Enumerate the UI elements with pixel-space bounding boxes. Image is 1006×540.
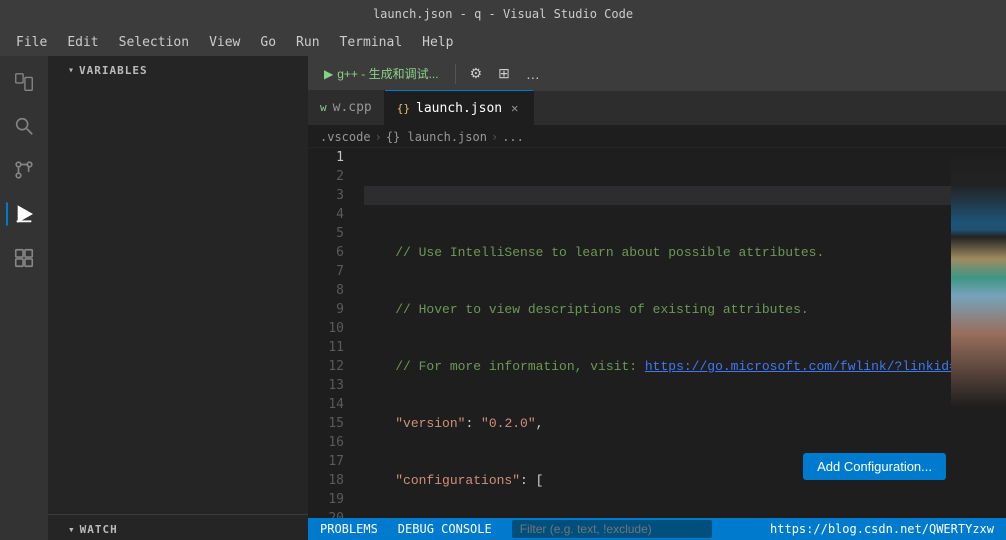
- window-title: launch.json - q - Visual Studio Code: [373, 7, 633, 21]
- layout-icon-button[interactable]: ⊞: [492, 62, 516, 85]
- status-left: PROBLEMS DEBUG CONSOLE: [316, 522, 496, 536]
- line-num-4: 4: [308, 205, 344, 224]
- watch-label: WATCH: [80, 523, 118, 536]
- breadcrumb-ellipsis[interactable]: ...: [502, 130, 524, 144]
- line-num-7: 7: [308, 262, 344, 281]
- search-icon[interactable]: [6, 108, 42, 144]
- tab-launch-json-icon: {}: [397, 102, 410, 115]
- menu-selection[interactable]: Selection: [111, 33, 197, 52]
- sidebar: ▾ VARIABLES ▾ WATCH: [48, 56, 308, 540]
- editor-area: ▶ g++ - 生成和调试... ⚙ ⊞ … w w.cpp {} launch…: [308, 56, 1006, 540]
- tab-launch-json-label: launch.json: [416, 101, 502, 116]
- play-icon: ▶: [324, 67, 333, 81]
- tab-launch-json[interactable]: {} launch.json ✕: [385, 90, 535, 125]
- variables-label: VARIABLES: [79, 64, 148, 77]
- activity-bar: [0, 56, 48, 540]
- filter-input[interactable]: [512, 520, 712, 538]
- menu-go[interactable]: Go: [252, 33, 284, 52]
- menu-edit[interactable]: Edit: [59, 33, 106, 52]
- variables-chevron: ▾: [68, 65, 75, 76]
- line-num-12: 12: [308, 357, 344, 376]
- main-area: ▾ VARIABLES ▾ WATCH ▶ g++ - 生成和调试... ⚙ ⊞…: [0, 56, 1006, 540]
- menu-bar: File Edit Selection View Go Run Terminal…: [0, 28, 1006, 56]
- breadcrumb-vscode[interactable]: .vscode: [320, 130, 371, 144]
- status-right: https://blog.csdn.net/QWERTYzxw: [766, 522, 998, 536]
- run-debug-button[interactable]: ▶ g++ - 生成和调试...: [316, 62, 447, 85]
- tab-launch-json-close[interactable]: ✕: [508, 100, 521, 116]
- line-num-15: 15: [308, 414, 344, 433]
- code-line-1: [364, 186, 951, 205]
- line-num-3: 3: [308, 186, 344, 205]
- run-debug-icon[interactable]: [6, 196, 42, 232]
- breadcrumb: .vscode › {} launch.json › ...: [308, 126, 1006, 148]
- add-configuration-button[interactable]: Add Configuration...: [803, 453, 946, 480]
- menu-run[interactable]: Run: [288, 33, 327, 52]
- tab-bar: w w.cpp {} launch.json ✕: [308, 91, 1006, 126]
- run-button-label: g++ - 生成和调试...: [337, 65, 438, 82]
- watch-chevron: ▾: [68, 523, 76, 536]
- code-line-5: "version": "0.2.0",: [364, 414, 951, 433]
- toolbar: ▶ g++ - 生成和调试... ⚙ ⊞ …: [308, 56, 1006, 91]
- more-actions-button[interactable]: …: [520, 63, 546, 85]
- source-control-icon[interactable]: [6, 152, 42, 188]
- line-num-17: 17: [308, 452, 344, 471]
- status-debug-console[interactable]: DEBUG CONSOLE: [394, 522, 496, 536]
- toolbar-separator: [455, 64, 456, 84]
- line-num-5: 5: [308, 224, 344, 243]
- line-numbers: 1 2 3 4 5 6 7 8 9 10 11 12 13 14 15 16 1…: [308, 148, 356, 518]
- line-num-18: 18: [308, 471, 344, 490]
- code-line-3: // Hover to view descriptions of existin…: [364, 300, 951, 319]
- variables-header[interactable]: ▾ VARIABLES: [48, 56, 308, 81]
- breadcrumb-sep-2: ›: [491, 130, 498, 144]
- minimap: [951, 148, 1006, 518]
- menu-file[interactable]: File: [8, 33, 55, 52]
- line-num-11: 11: [308, 338, 344, 357]
- tab-w-cpp-label: w.cpp: [333, 100, 372, 115]
- line-num-16: 16: [308, 433, 344, 452]
- line-num-13: 13: [308, 376, 344, 395]
- code-line-2: // Use IntelliSense to learn about possi…: [364, 243, 951, 262]
- line-num-1: 1: [308, 148, 344, 167]
- menu-terminal[interactable]: Terminal: [332, 33, 411, 52]
- settings-icon-button[interactable]: ⚙: [464, 62, 489, 85]
- status-bar: PROBLEMS DEBUG CONSOLE https://blog.csdn…: [308, 518, 1006, 540]
- line-num-19: 19: [308, 490, 344, 509]
- breadcrumb-sep-1: ›: [375, 130, 382, 144]
- code-line-4: // For more information, visit: https://…: [364, 357, 951, 376]
- breadcrumb-launch-json[interactable]: {} launch.json: [386, 130, 487, 144]
- menu-help[interactable]: Help: [414, 33, 461, 52]
- line-num-2: 2: [308, 167, 344, 186]
- explorer-icon[interactable]: [6, 64, 42, 100]
- title-bar: launch.json - q - Visual Studio Code: [0, 0, 1006, 28]
- line-num-9: 9: [308, 300, 344, 319]
- watch-header[interactable]: ▾ WATCH: [48, 514, 308, 540]
- editor-content: 1 2 3 4 5 6 7 8 9 10 11 12 13 14 15 16 1…: [308, 148, 1006, 518]
- line-num-14: 14: [308, 395, 344, 414]
- line-num-20: 20: [308, 509, 344, 518]
- menu-view[interactable]: View: [201, 33, 248, 52]
- status-url[interactable]: https://blog.csdn.net/QWERTYzxw: [766, 522, 998, 536]
- status-problems[interactable]: PROBLEMS: [316, 522, 382, 536]
- extensions-icon[interactable]: [6, 240, 42, 276]
- tab-w-cpp-icon: w: [320, 101, 327, 114]
- line-num-6: 6: [308, 243, 344, 262]
- tab-w-cpp[interactable]: w w.cpp: [308, 90, 385, 125]
- line-num-8: 8: [308, 281, 344, 300]
- line-num-10: 10: [308, 319, 344, 338]
